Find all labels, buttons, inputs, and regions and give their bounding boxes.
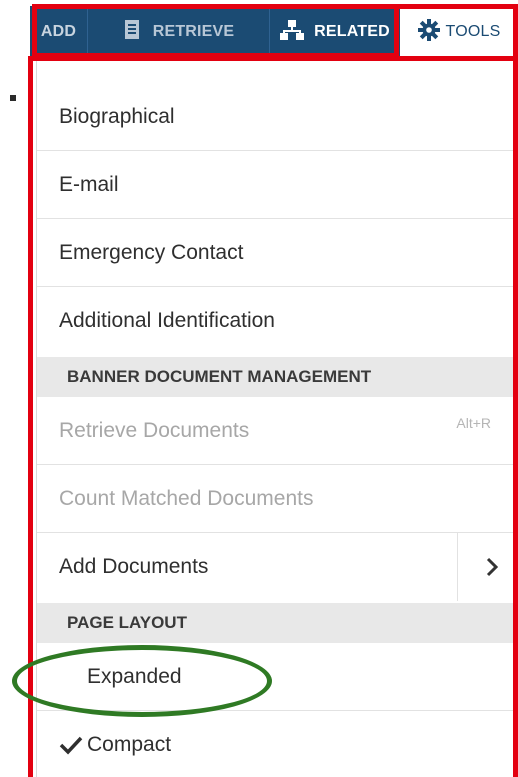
section-header-banner-document-management: BANNER DOCUMENT MANAGEMENT [37,357,515,397]
menu-item-label: Biographical [59,104,175,128]
menu-item-expanded[interactable]: Expanded [37,643,515,711]
menu-item-additional-identification[interactable]: Additional Identification [37,287,515,355]
menu-item-biographical[interactable]: Biographical [37,83,515,151]
section-header-label: PAGE LAYOUT [67,613,187,632]
bullet-mark [10,95,16,101]
menu-item-add-documents[interactable]: Add Documents [37,533,515,601]
tools-dropdown-menu: Biographical E-mail Emergency Contact Ad… [36,61,515,777]
menu-item-label: E-mail [59,172,119,196]
menu-item-label: Retrieve Documents [59,418,250,442]
checkmark-icon [59,735,83,755]
keyboard-shortcut: Alt+R [456,415,491,431]
menu-item-label: Count Matched Documents [59,486,314,510]
menu-item-emergency-contact[interactable]: Emergency Contact [37,219,515,287]
menu-item-retrieve-documents[interactable]: Retrieve Documents Alt+R [37,397,515,465]
menu-item-count-matched-documents[interactable]: Count Matched Documents [37,465,515,533]
section-header-label: BANNER DOCUMENT MANAGEMENT [67,367,372,386]
menu-item-email[interactable]: E-mail [37,151,515,219]
chevron-right-icon[interactable] [480,555,504,579]
section-header-page-layout: PAGE LAYOUT [37,603,515,643]
menu-item-compact[interactable]: Compact [37,711,515,777]
screenshot-stage: ADD RETRIEVE RELATED TOOLS Biographical … [0,0,518,777]
menu-item-label: Add Documents [59,555,209,578]
menu-item-label: Emergency Contact [59,240,244,264]
menu-item-label: Expanded [87,664,182,688]
menu-item-label: Additional Identification [59,309,275,332]
red-highlight-toolbar [32,4,394,58]
menu-item-label: Compact [87,733,172,756]
red-highlight-tools-tab [394,4,518,58]
submenu-divider [457,533,458,601]
